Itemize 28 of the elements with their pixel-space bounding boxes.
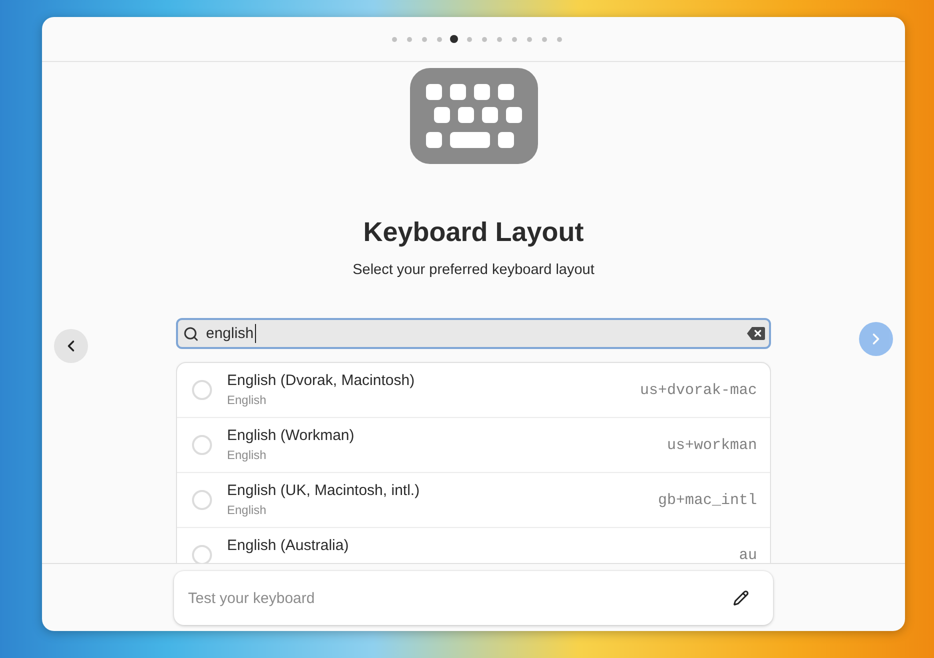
radio-button[interactable] [192, 545, 212, 563]
layout-row[interactable]: English (Dvorak, Macintosh) English us+dvorak-mac [177, 363, 770, 418]
keyboard-icon [410, 68, 538, 164]
layout-row[interactable]: English (UK, Macintosh, intl.) English gb+mac_intl [177, 473, 770, 528]
search-icon [183, 326, 199, 342]
text-cursor-icon [254, 324, 256, 343]
page-title: Keyboard Layout [363, 216, 584, 248]
layout-code: us+workman [666, 436, 757, 454]
radio-button[interactable] [192, 380, 212, 400]
layout-name: English (Workman) [227, 426, 354, 445]
back-button[interactable] [54, 329, 88, 363]
layout-code: au [738, 546, 757, 563]
pencil-icon [733, 590, 749, 606]
layout-name: English (Australia) [227, 536, 349, 555]
layout-name: English (UK, Macintosh, intl.) [227, 481, 420, 500]
layout-language: English [227, 392, 266, 408]
layout-language: English [227, 502, 266, 518]
layout-name: English (Dvorak, Macintosh) [227, 371, 415, 390]
page-subtitle: Select your preferred keyboard layout [352, 261, 594, 280]
radio-button[interactable] [192, 435, 212, 455]
search-field[interactable]: english [176, 318, 771, 349]
layout-code: us+dvorak-mac [640, 380, 757, 400]
layout-row[interactable]: English (Workman) English us+workman [177, 418, 770, 473]
test-field[interactable]: Test your keyboard [174, 571, 773, 625]
layout-language: English [227, 447, 266, 463]
radio-button[interactable] [192, 490, 212, 510]
layout-code: gb+mac_intl [658, 490, 757, 510]
clear-icon[interactable] [747, 327, 765, 340]
